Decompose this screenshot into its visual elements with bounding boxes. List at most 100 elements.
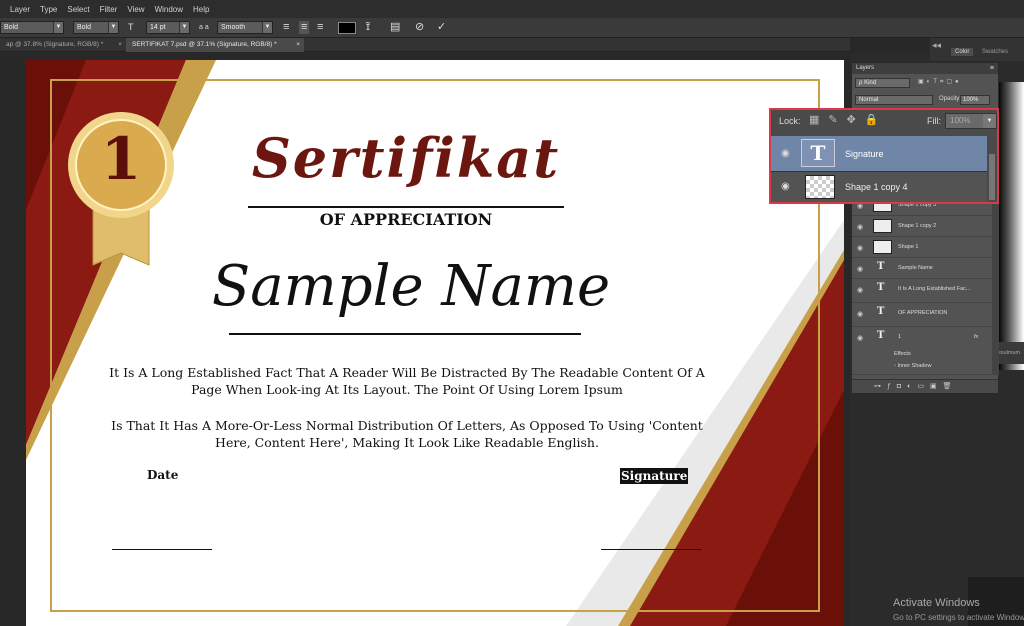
recipient-name: Sample Name bbox=[211, 254, 611, 319]
body-paragraph-2: Is That It Has A More-Or-Less Normal Dis… bbox=[111, 418, 703, 450]
menu-help[interactable]: Help bbox=[193, 5, 209, 14]
layers-tab[interactable]: Layers bbox=[856, 65, 874, 71]
layers-scrollbar[interactable] bbox=[992, 195, 999, 375]
options-bar: Bold ▼ Bold ▼ T 14 pt ▼ a a Smooth ▼ ≡ ≡ ≡ ɪ… bbox=[0, 18, 1024, 38]
opacity-label: Opacity: bbox=[939, 96, 962, 102]
eye-icon[interactable]: ◉ bbox=[857, 286, 863, 294]
eye-icon[interactable]: ◉ bbox=[857, 265, 863, 273]
eye-icon[interactable]: ◉ bbox=[857, 310, 863, 318]
layer-row-sample-name[interactable]: ◉ T Sample Name bbox=[852, 258, 992, 279]
layer-name: OF APPRECIATION bbox=[898, 310, 948, 316]
text-layer-icon: T bbox=[877, 306, 885, 317]
menu-type[interactable]: Type bbox=[40, 5, 57, 14]
panel-menu-icon[interactable]: ≡ bbox=[990, 63, 994, 74]
opacity-input[interactable]: 100% bbox=[960, 95, 990, 105]
text-color-swatch[interactable] bbox=[338, 22, 356, 34]
font-style-value: Bold bbox=[77, 24, 92, 31]
font-style-select[interactable]: Bold ▼ bbox=[73, 21, 119, 34]
menu-view[interactable]: View bbox=[127, 5, 144, 14]
commit-check-icon[interactable]: ✓ bbox=[437, 21, 446, 34]
eye-icon[interactable]: ◉ bbox=[857, 334, 863, 342]
eye-icon[interactable]: ◉ bbox=[857, 223, 863, 231]
date-label: Date bbox=[147, 468, 179, 482]
warp-text-icon[interactable]: ɪ̃ bbox=[366, 21, 370, 34]
zoom-scrollbar[interactable] bbox=[989, 154, 995, 200]
lock-icons[interactable]: ▦✎✥🔒 bbox=[809, 113, 888, 126]
layer-name: Shape 1 bbox=[898, 244, 919, 250]
align-center-icon[interactable]: ≡ bbox=[299, 21, 310, 34]
tab-swatches[interactable]: Swatches bbox=[982, 49, 1008, 55]
layer-row-1[interactable]: ◉ T 1 fx Effects ◦ Inner Shadow bbox=[852, 327, 992, 375]
filter-icons[interactable]: ▣◐T⌗▢● bbox=[918, 78, 962, 86]
effect-inner-shadow[interactable]: ◦ Inner Shadow bbox=[894, 363, 931, 369]
layers-panel-header: Layers ≡ bbox=[852, 63, 998, 74]
body-paragraph-1: It Is A Long Established Fact That A Rea… bbox=[109, 365, 705, 397]
fill-input[interactable]: 100% ▼ bbox=[945, 113, 997, 129]
layer-thumbnail bbox=[873, 219, 892, 233]
eye-icon[interactable]: ◉ bbox=[781, 181, 790, 192]
layer-row-shape-1-copy-2[interactable]: ◉ Shape 1 copy 2 bbox=[852, 216, 992, 237]
chevron-down-icon: ▼ bbox=[179, 22, 189, 33]
filter-kind-select[interactable]: ρ Kind bbox=[855, 78, 910, 88]
canvas-area: 1 Sertifikat OF APPRECIATION Sample Name… bbox=[0, 52, 850, 626]
font-family-select[interactable]: Bold ▼ bbox=[0, 21, 64, 34]
layers-zoom-callout: Lock: ▦✎✥🔒 Fill: 100% ▼ ◉ T Signature ◉ S… bbox=[769, 108, 999, 204]
signature-label[interactable]: Signature bbox=[620, 468, 689, 484]
align-left-icon[interactable]: ≡ bbox=[283, 21, 289, 34]
layer-thumbnail bbox=[873, 240, 892, 254]
zoom-layer-shape-copy-4[interactable]: ◉ Shape 1 copy 4 bbox=[771, 172, 987, 202]
layer-row-paragraph[interactable]: ◉ T It Is A Long Established Fac... bbox=[852, 279, 992, 303]
close-icon[interactable]: × bbox=[296, 38, 300, 52]
blend-mode-select[interactable]: Normal bbox=[855, 95, 933, 105]
layer-name: Signature bbox=[845, 149, 884, 159]
color-gradient-strip[interactable] bbox=[998, 82, 1024, 370]
tab-label: SERTIFIKAT 7.psd @ 37.1% (Signature, RGB… bbox=[132, 41, 277, 48]
layer-name: Shape 1 copy 2 bbox=[898, 223, 937, 229]
layers-bottom-toolbar[interactable]: ⊶ƒ◘◐▭▣🗑 bbox=[852, 379, 998, 393]
tab-document-1[interactable]: ap @ 37.8% (Signature, RGB/8) * × bbox=[0, 38, 126, 52]
tab-color[interactable]: Color bbox=[951, 48, 974, 56]
text-layer-icon: T bbox=[877, 282, 885, 293]
chevron-down-icon: ▼ bbox=[983, 114, 996, 128]
font-family-value: Bold bbox=[4, 24, 19, 31]
zoom-layer-signature[interactable]: ◉ T Signature bbox=[771, 136, 987, 172]
tab-label: ap @ 37.8% (Signature, RGB/8) * bbox=[6, 41, 104, 48]
menu-bar: Layer Type Select Filter View Window Hel… bbox=[0, 0, 1024, 18]
font-size-icon: T bbox=[128, 22, 134, 32]
search-icon: ρ bbox=[859, 80, 863, 86]
text-layer-icon: T bbox=[877, 261, 885, 272]
tab-document-2[interactable]: SERTIFIKAT 7.psd @ 37.1% (Signature, RGB… bbox=[126, 38, 304, 52]
text-layer-icon: T bbox=[877, 330, 885, 341]
layer-name: Sample Name bbox=[898, 265, 933, 271]
menu-window[interactable]: Window bbox=[155, 5, 183, 14]
fx-icon[interactable]: fx bbox=[974, 334, 978, 340]
panel-collapse-icon[interactable]: ◂◂ bbox=[932, 40, 941, 51]
layer-name: 1 bbox=[898, 334, 902, 340]
layer-thumbnail bbox=[805, 175, 835, 199]
eye-icon[interactable]: ◉ bbox=[857, 244, 863, 252]
menu-filter[interactable]: Filter bbox=[100, 5, 118, 14]
effect-name: Inner Shadow bbox=[897, 363, 932, 369]
color-panel-tabs: ◂◂ Color Swatches bbox=[930, 38, 1024, 61]
cancel-icon[interactable]: ⊘ bbox=[415, 21, 424, 34]
activate-windows-subtitle: Go to PC settings to activate Windows. bbox=[893, 613, 1024, 622]
character-panel-icon[interactable]: ▤ bbox=[390, 21, 400, 34]
filter-kind-value: Kind bbox=[864, 80, 877, 86]
menu-layer[interactable]: Layer bbox=[10, 5, 30, 14]
activate-windows-title: Activate Windows bbox=[893, 597, 980, 609]
chevron-down-icon: ▼ bbox=[262, 22, 272, 33]
antialias-icon: a a bbox=[199, 24, 209, 31]
signature-line bbox=[601, 549, 701, 550]
close-icon[interactable]: × bbox=[118, 38, 122, 52]
layer-row-of-appreciation[interactable]: ◉ T OF APPRECIATION bbox=[852, 303, 992, 327]
eye-icon[interactable]: ◉ bbox=[781, 148, 790, 159]
text-layer-icon: T bbox=[801, 139, 835, 167]
certificate-document[interactable]: 1 Sertifikat OF APPRECIATION Sample Name… bbox=[26, 60, 844, 626]
antialias-select[interactable]: Smooth ▼ bbox=[217, 21, 273, 34]
menu-select[interactable]: Select bbox=[67, 5, 89, 14]
certificate-subtitle: OF APPRECIATION bbox=[319, 210, 493, 229]
font-size-select[interactable]: 14 pt ▼ bbox=[146, 21, 190, 34]
layer-row-shape-1[interactable]: ◉ Shape 1 bbox=[852, 237, 992, 258]
align-right-icon[interactable]: ≡ bbox=[317, 21, 323, 34]
chevron-down-icon: ▼ bbox=[108, 22, 118, 33]
